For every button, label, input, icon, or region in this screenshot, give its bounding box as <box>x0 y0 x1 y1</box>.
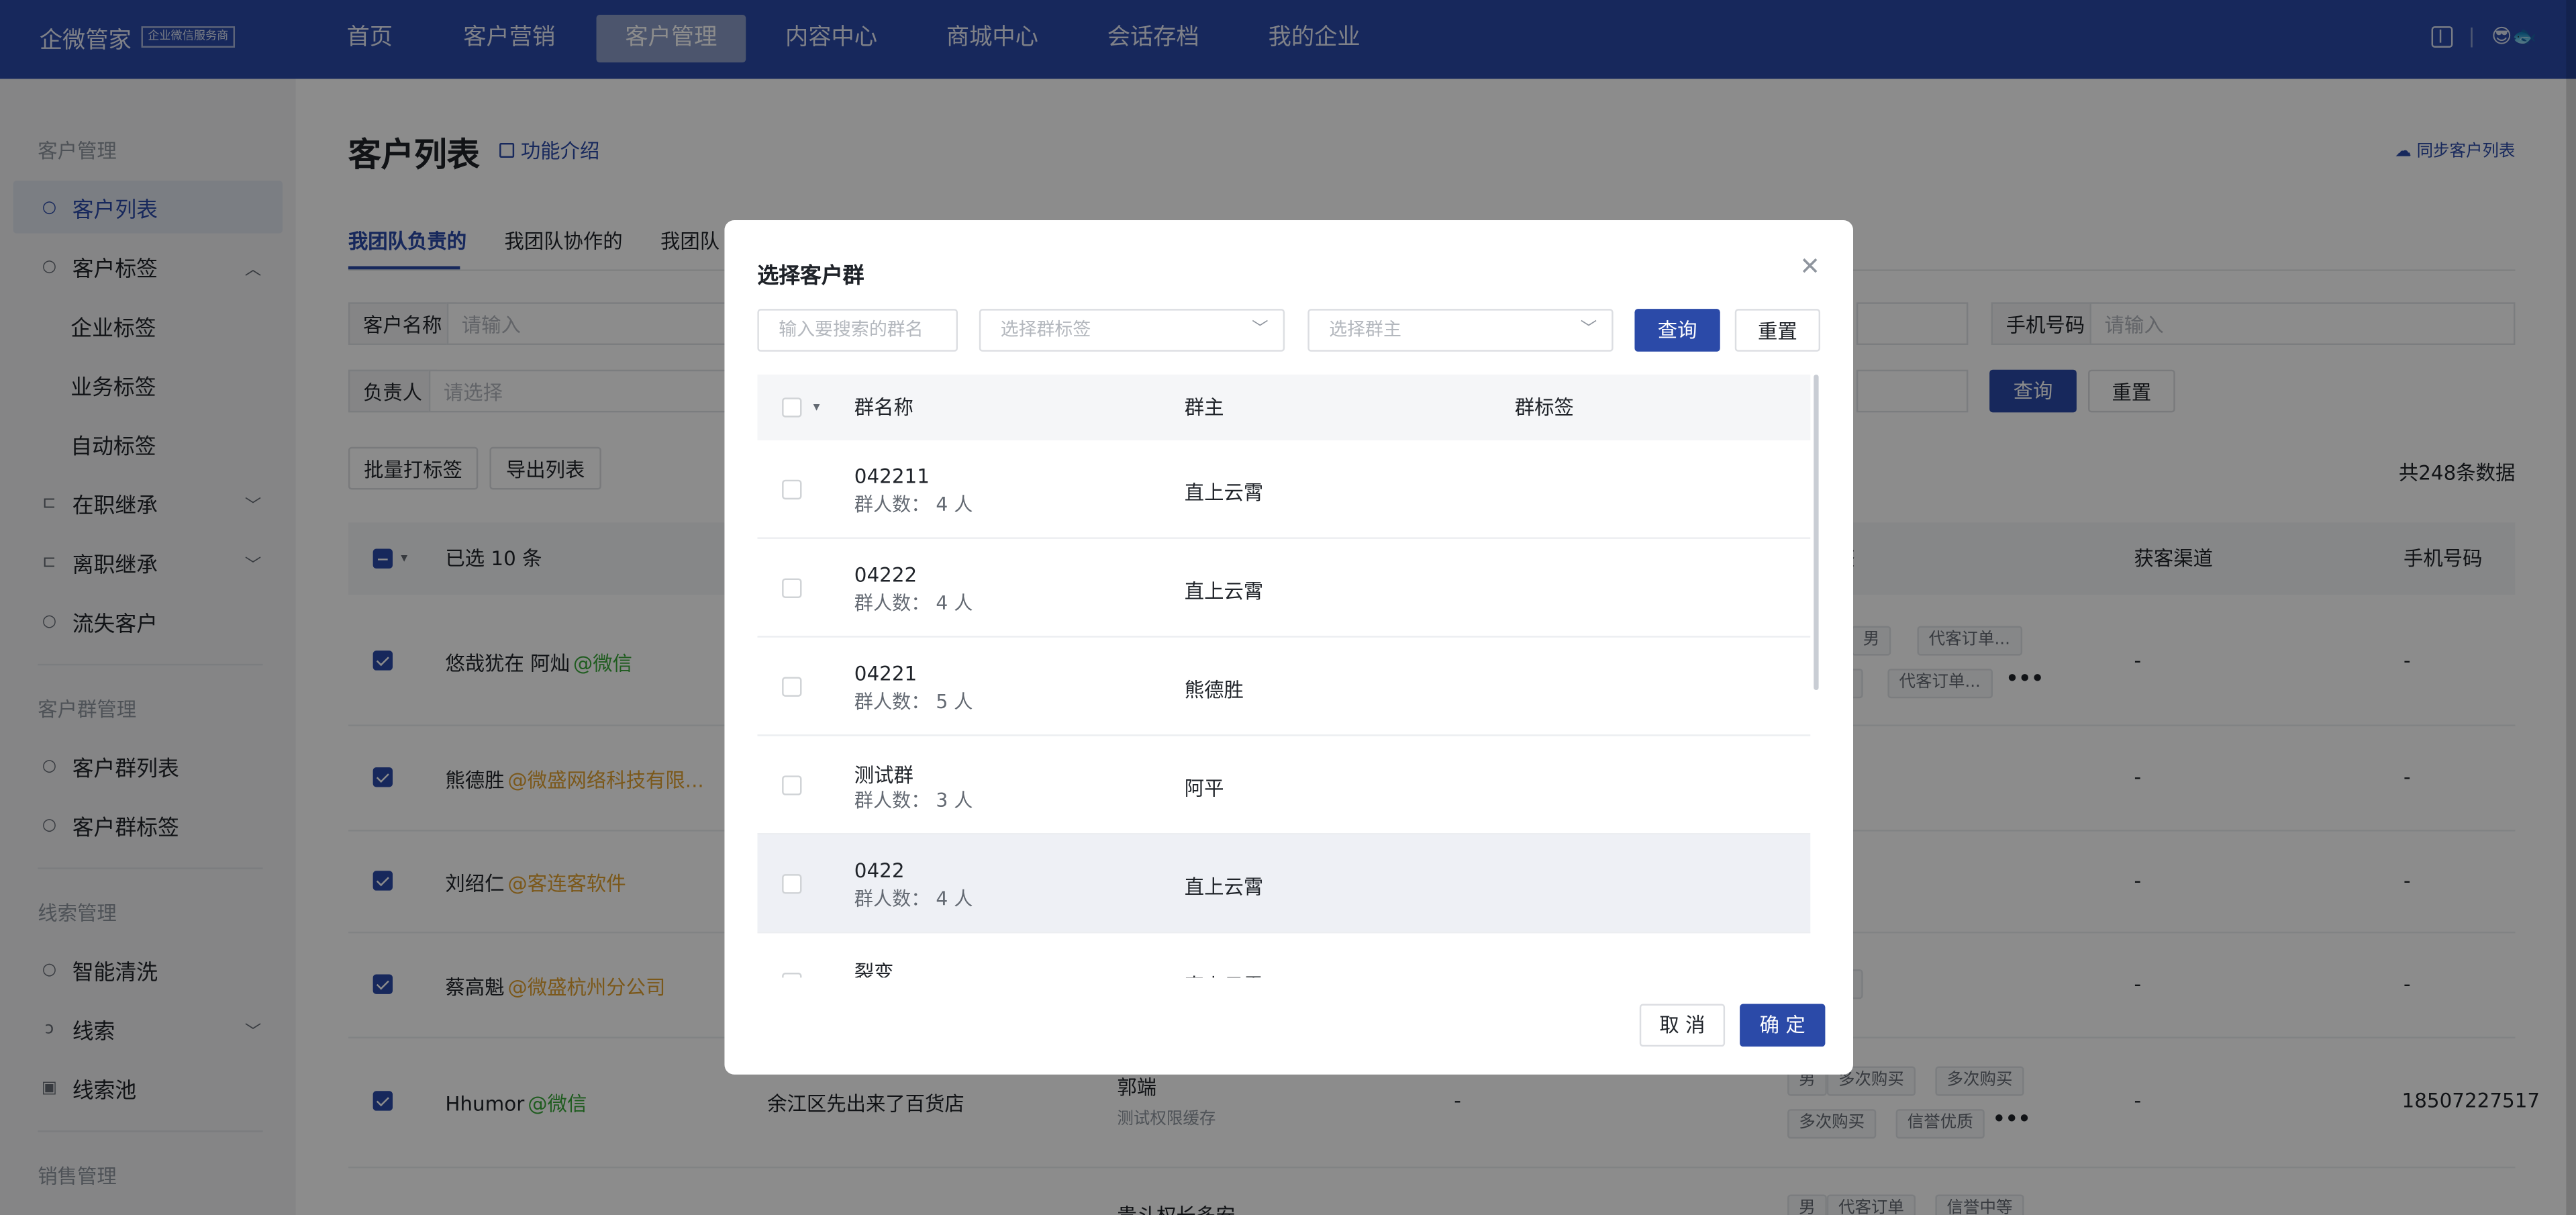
group-name: 裂变 <box>854 961 894 978</box>
group-tag-select[interactable]: 选择群标签 ﹀ <box>979 309 1285 352</box>
group-owner: 直上云霄 <box>1184 580 1264 603</box>
group-count: 群人数： 5 人 <box>854 690 973 714</box>
col-group-tags: 群标签 <box>1514 395 1574 420</box>
group-count: 群人数： 4 人 <box>854 591 973 615</box>
select-group-modal: 选择客户群 ✕ 输入要搜索的群名 选择群标签 ﹀ 选择群主 ﹀ 查询 重置 ▾ … <box>724 220 1854 1075</box>
group-row[interactable]: 042211 群人数： 4 人 直上云霄 <box>757 440 1811 539</box>
row-checkbox[interactable] <box>782 677 802 697</box>
group-name: 04222 <box>854 563 918 587</box>
row-checkbox[interactable] <box>782 775 802 795</box>
select-dropdown-icon[interactable]: ▾ <box>813 375 820 440</box>
row-checkbox[interactable] <box>782 578 802 598</box>
page-scrollbar[interactable] <box>2566 0 2576 1215</box>
group-count: 群人数： 4 人 <box>854 493 973 516</box>
col-group-name: 群名称 <box>854 395 913 420</box>
group-name: 0422 <box>854 859 905 883</box>
modal-title: 选择客户群 <box>757 264 864 289</box>
chevron-down-icon: ﹀ <box>1580 320 1597 339</box>
group-row[interactable]: 04222 群人数： 4 人 直上云霄 <box>757 539 1811 638</box>
group-row[interactable]: 04221 群人数： 5 人 熊德胜 <box>757 638 1811 736</box>
row-checkbox[interactable] <box>782 874 802 894</box>
group-count: 群人数： 4 人 <box>854 887 973 911</box>
modal-table-body: 042211 群人数： 4 人 直上云霄 04222 群人数： 4 人 直上云霄… <box>757 440 1811 978</box>
group-search-input[interactable]: 输入要搜索的群名 <box>757 309 958 352</box>
row-checkbox[interactable] <box>782 973 802 978</box>
cancel-button[interactable]: 取 消 <box>1639 1004 1726 1047</box>
group-owner: 熊德胜 <box>1184 678 1244 702</box>
group-row[interactable]: 裂变 直上云霄 <box>757 933 1810 978</box>
modal-query-button[interactable]: 查询 <box>1634 309 1720 352</box>
group-owner: 直上云霄 <box>1184 481 1264 505</box>
group-name: 测试群 <box>854 764 913 787</box>
group-row[interactable]: 0422 群人数： 4 人 直上云霄 <box>757 834 1811 934</box>
group-name: 042211 <box>854 465 930 488</box>
group-owner: 直上云霄 <box>1185 971 1264 977</box>
group-owner: 直上云霄 <box>1184 875 1264 899</box>
modal-reset-button[interactable]: 重置 <box>1734 309 1821 352</box>
group-name: 04221 <box>854 662 918 685</box>
modal-table-header: ▾ 群名称 群主 群标签 <box>757 375 1811 440</box>
col-group-owner: 群主 <box>1184 395 1224 420</box>
group-owner-select[interactable]: 选择群主 ﹀ <box>1307 309 1614 352</box>
select-all-checkbox[interactable] <box>782 397 802 418</box>
group-count: 群人数： 3 人 <box>854 788 973 812</box>
row-checkbox[interactable] <box>782 479 802 500</box>
chevron-down-icon: ﹀ <box>1252 320 1269 339</box>
modal-scrollbar[interactable] <box>1814 375 1819 691</box>
close-icon[interactable]: ✕ <box>1799 254 1820 279</box>
group-row[interactable]: 测试群 群人数： 3 人 阿平 <box>757 736 1811 835</box>
confirm-button[interactable]: 确 定 <box>1740 1004 1826 1047</box>
group-owner: 阿平 <box>1184 777 1224 801</box>
